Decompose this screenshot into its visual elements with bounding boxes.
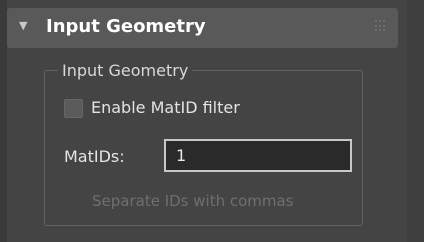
group-title: Input Geometry — [58, 60, 193, 82]
matids-hint: Separate IDs with commas — [92, 192, 294, 210]
enable-matid-filter-label[interactable]: Enable MatID filter — [91, 96, 240, 120]
enable-matid-filter-checkbox[interactable] — [64, 99, 83, 118]
matids-label: MatIDs: — [64, 147, 125, 166]
grip-dots-icon[interactable] — [375, 20, 387, 32]
left-panel-edge — [0, 0, 7, 242]
matids-input[interactable] — [164, 139, 352, 172]
triangle-down-icon[interactable]: ▼ — [19, 20, 27, 31]
right-panel-edge — [407, 0, 424, 242]
rollout-title[interactable]: Input Geometry — [46, 16, 206, 38]
